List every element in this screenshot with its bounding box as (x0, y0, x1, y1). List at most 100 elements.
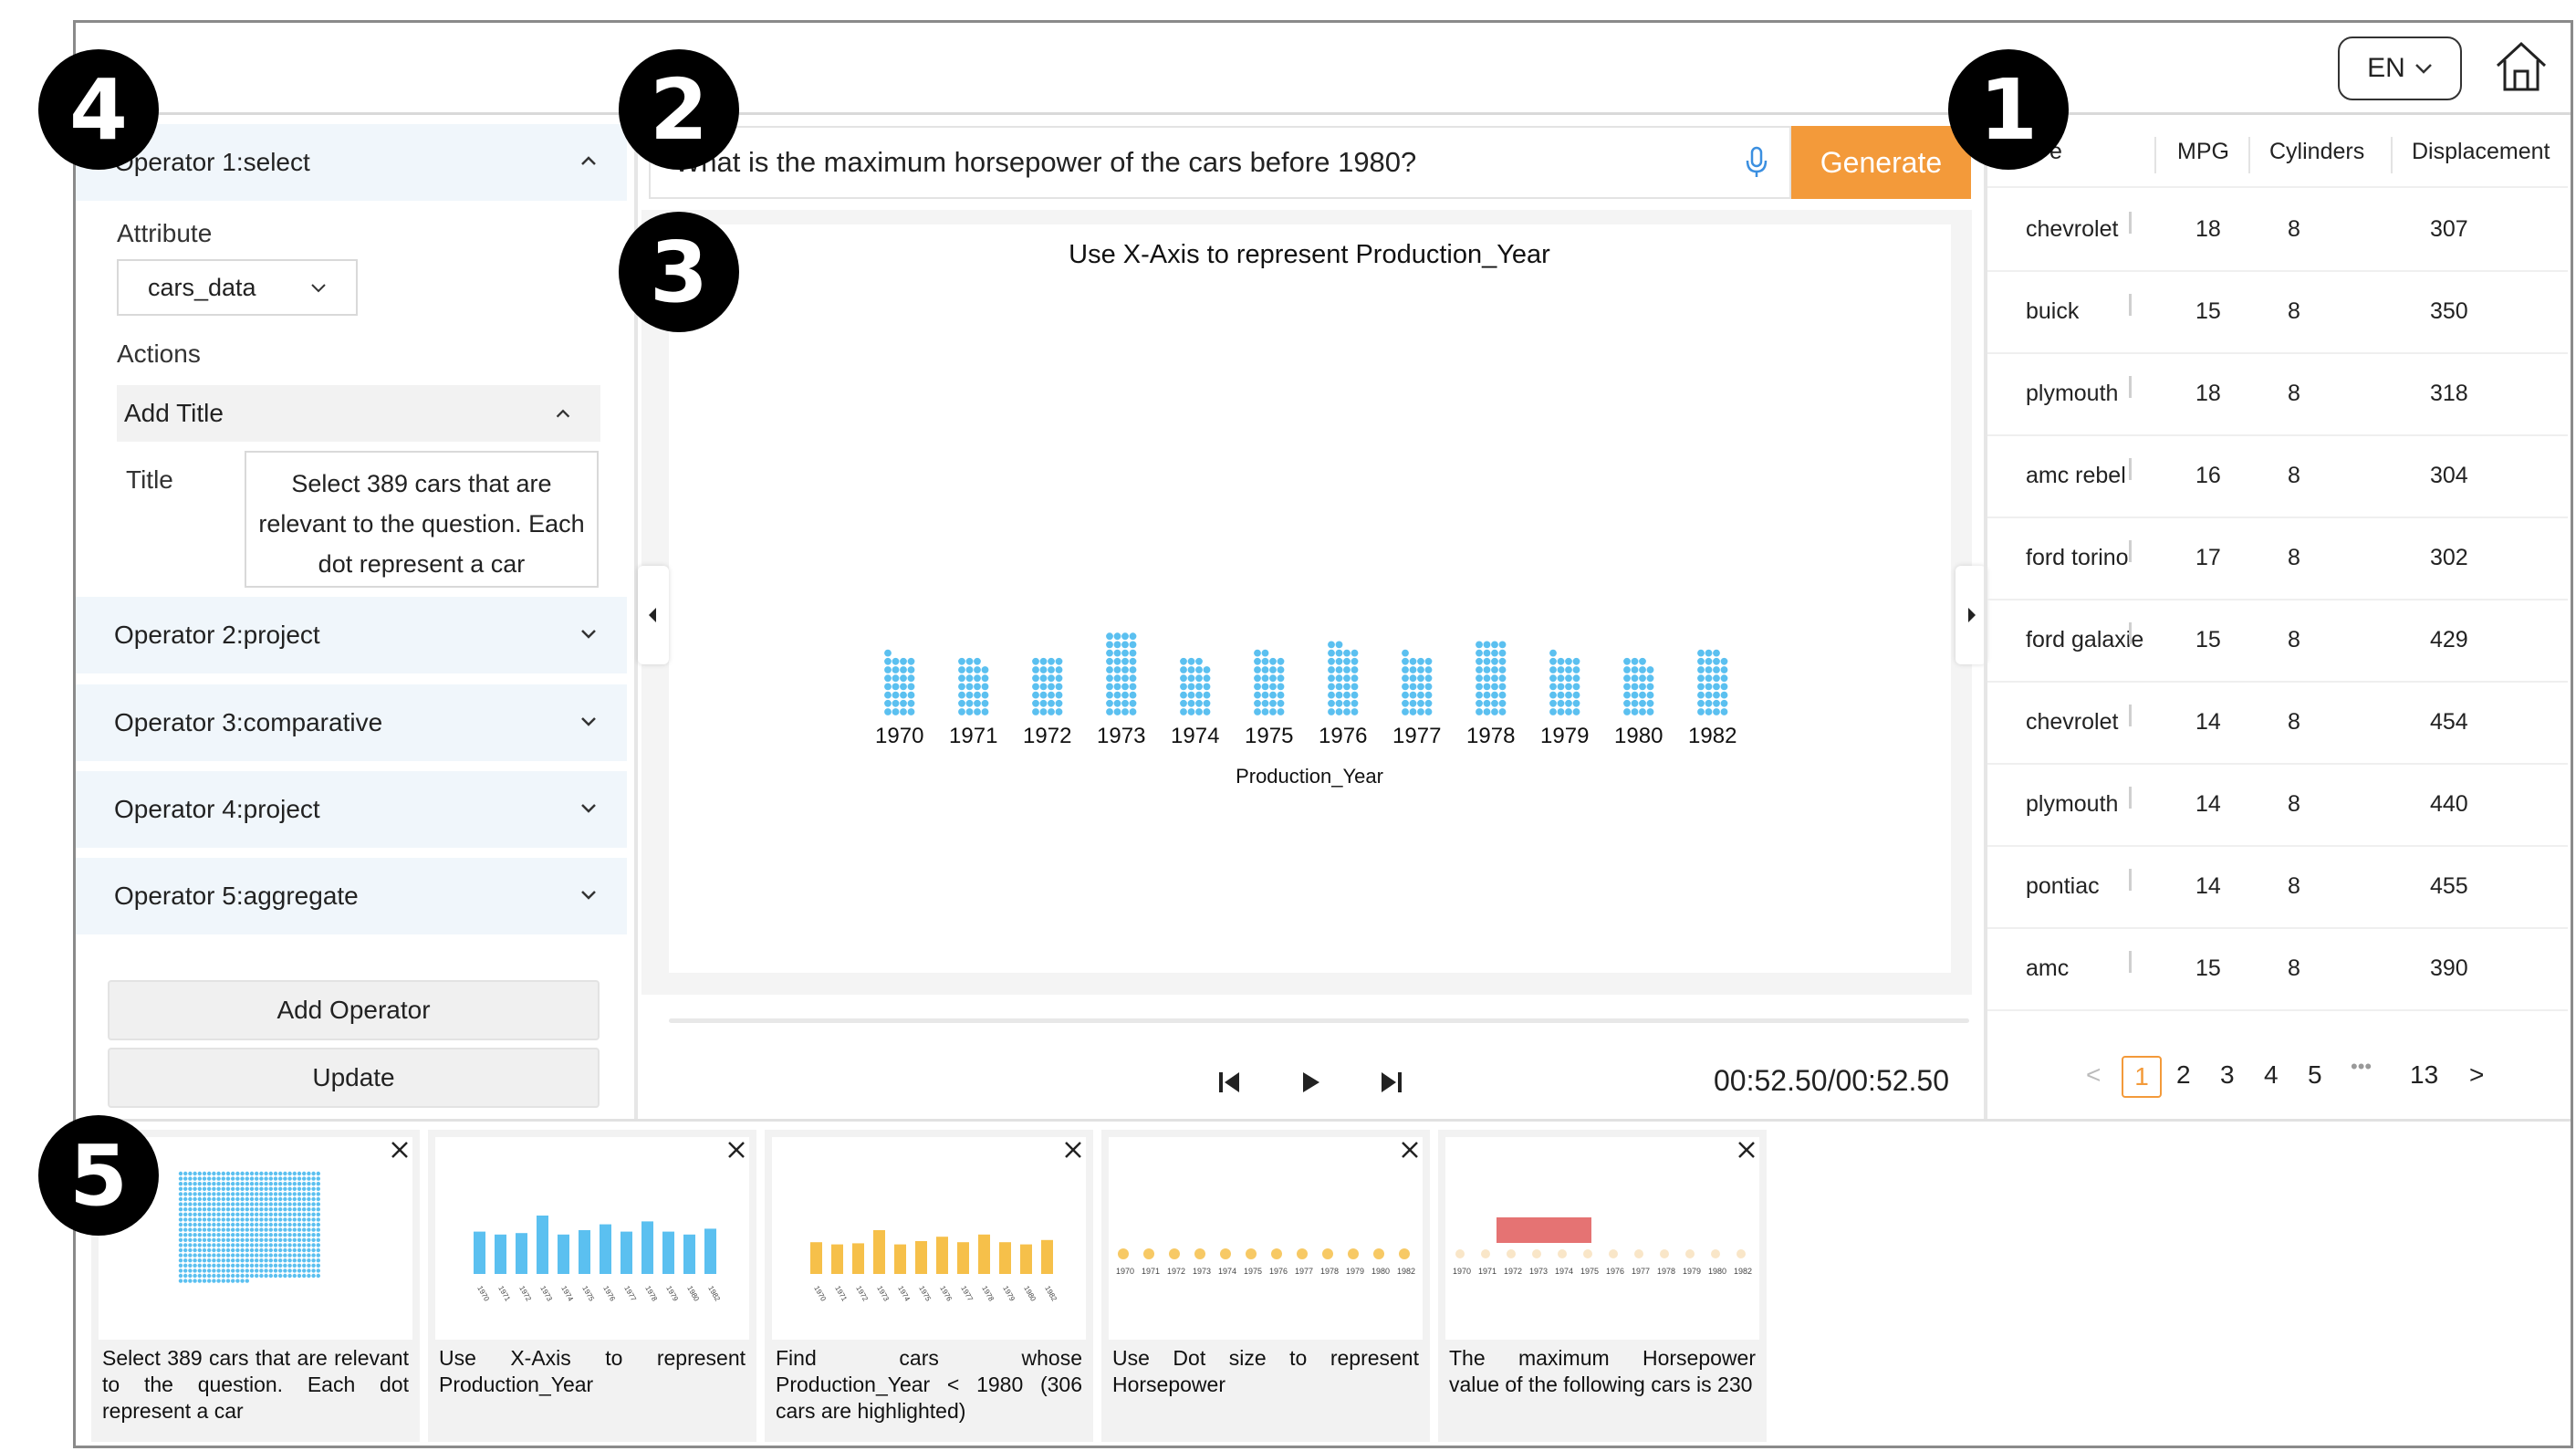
chart-dot (1697, 683, 1705, 691)
thumbnail-dot (197, 1171, 202, 1176)
thumbnail-bar (957, 1242, 969, 1274)
cell-cylinders: 8 (2288, 790, 2300, 817)
add-title-action[interactable]: Add Title (117, 385, 600, 442)
query-input[interactable]: What is the maximum horsepower of the ca… (649, 126, 1791, 199)
column-header-displacement[interactable]: Displacement (2412, 139, 2550, 190)
table-row[interactable]: amc rebel 16 8 304 (1987, 434, 2568, 518)
operator-5-header[interactable]: Operator 5:aggregate (76, 858, 627, 934)
table-row[interactable]: amc 15 8 390 (1987, 927, 2568, 1011)
chart-dot (974, 699, 981, 707)
microphone-icon[interactable] (1743, 146, 1770, 179)
table-row[interactable]: buick 15 8 350 (1987, 270, 2568, 354)
thumbnail-dot (311, 1196, 316, 1202)
thumbnail-dot (283, 1263, 287, 1268)
table-row[interactable]: ford galaxie 15 8 429 (1987, 599, 2568, 683)
storyboard-card[interactable]: 1970 1971 1972 1973 1974 1975 1976 1977 1978 1979… (1101, 1130, 1430, 1442)
thumbnail-dot (245, 1217, 249, 1222)
skip-back-icon[interactable] (1217, 1070, 1241, 1095)
thumbnail-dot (188, 1233, 193, 1237)
storyboard-card[interactable]: 1970 1971 1972 1973 1974 1975 1976 1977 1978 1979… (1438, 1130, 1767, 1442)
thumbnail-dot (273, 1237, 278, 1242)
storyboard-card[interactable]: 1970 1971 1972 1973 1974 1975 1976 1977 1978 1979… (765, 1130, 1093, 1442)
chart-dot (1032, 708, 1039, 715)
thumbnail-dot (231, 1182, 235, 1186)
thumbnail-dot (287, 1186, 292, 1191)
collapse-left-tab[interactable] (638, 566, 669, 664)
operator-4-header[interactable]: Operator 4:project (76, 771, 627, 848)
thumbnail-dot (259, 1233, 264, 1237)
operator-3-header[interactable]: Operator 3:comparative (76, 684, 627, 761)
column-header-mpg[interactable]: MPG (2177, 139, 2229, 190)
cell-displacement: 440 (2430, 790, 2468, 817)
chart-dot (1129, 666, 1137, 673)
skip-forward-icon[interactable] (1380, 1070, 1403, 1095)
thumbnail-dot (302, 1212, 307, 1216)
thumbnail-dot (212, 1258, 216, 1263)
thumbnail-dot (297, 1247, 302, 1253)
cell-cylinders: 8 (2288, 872, 2300, 899)
thumbnail-dot (202, 1243, 207, 1247)
page-2[interactable]: 2 (2176, 1060, 2191, 1090)
thumbnail-tick: 1979 (1346, 1267, 1364, 1276)
chart-dot (1491, 691, 1498, 699)
chart-dot (1557, 708, 1565, 715)
chart-dot (1639, 666, 1646, 673)
prev-page-button[interactable]: < (2086, 1060, 2101, 1090)
close-icon[interactable] (1736, 1139, 1757, 1161)
thumbnail-dot (249, 1263, 255, 1268)
generate-button[interactable]: Generate (1791, 126, 1971, 199)
storyboard-card[interactable]: 1970 1971 1972 1973 1974 1975 1976 1977 1978 1979… (428, 1130, 756, 1442)
page-current[interactable]: 1 (2122, 1056, 2162, 1098)
thumbnail-dot (235, 1233, 240, 1237)
close-icon[interactable] (1062, 1139, 1084, 1161)
table-row[interactable]: plymouth 18 8 318 (1987, 352, 2568, 436)
chart-dot (1483, 666, 1491, 673)
close-icon[interactable] (389, 1139, 411, 1161)
thumbnail-dot (255, 1263, 259, 1268)
chart-dot (1483, 649, 1491, 657)
timeline-progress-bar[interactable] (669, 1018, 1969, 1023)
update-button[interactable]: Update (108, 1048, 600, 1108)
page-4[interactable]: 4 (2264, 1060, 2279, 1090)
thumbnail-dot (202, 1182, 207, 1186)
table-row[interactable]: ford torino 17 8 302 (1987, 517, 2568, 600)
chart-dot (1113, 641, 1121, 649)
attribute-select[interactable]: cars_data (117, 259, 358, 316)
header-sep (2248, 137, 2250, 173)
thumbnail-dot (207, 1253, 212, 1258)
thumbnail-dot (188, 1186, 193, 1191)
play-icon[interactable] (1299, 1070, 1321, 1095)
page-ellipsis[interactable]: ••• (2351, 1055, 2372, 1079)
thumbnail-dot (316, 1263, 320, 1268)
page-5[interactable]: 5 (2308, 1060, 2322, 1090)
column-header-cylinders[interactable]: Cylinders (2269, 139, 2364, 190)
table-row[interactable]: chevrolet 14 8 454 (1987, 681, 2568, 765)
home-button[interactable] (2494, 37, 2549, 97)
close-icon[interactable] (1399, 1139, 1421, 1161)
chart-dot (1254, 683, 1261, 691)
operator-2-header[interactable]: Operator 2:project (76, 597, 627, 673)
thumbnail-tick: 1970 (1453, 1267, 1471, 1276)
chart-dot (1402, 699, 1409, 707)
title-textarea[interactable]: Select 389 cars that are relevant to the… (245, 451, 599, 588)
next-page-button[interactable]: > (2469, 1060, 2484, 1090)
collapse-right-tab[interactable] (1955, 566, 1987, 664)
thumbnail-dot (249, 1196, 255, 1202)
table-row[interactable]: chevrolet 18 8 307 (1987, 188, 2568, 272)
chart-dot (1409, 683, 1417, 691)
operator-1-header[interactable]: Operator 1:select (76, 124, 627, 201)
page-3[interactable]: 3 (2220, 1060, 2235, 1090)
chart-dot (981, 691, 989, 699)
chart-dot (1113, 699, 1121, 707)
thumbnail-dot (221, 1222, 225, 1227)
thumbnail-dot (225, 1202, 231, 1206)
close-icon[interactable] (725, 1139, 747, 1161)
table-row[interactable]: plymouth 14 8 440 (1987, 763, 2568, 847)
page-last[interactable]: 13 (2410, 1060, 2438, 1090)
table-row[interactable]: pontiac 14 8 455 (1987, 845, 2568, 929)
language-selector[interactable]: EN (2338, 37, 2462, 100)
column-resize-tick (2129, 540, 2132, 562)
add-operator-button[interactable]: Add Operator (108, 980, 600, 1040)
chart-dot (1697, 666, 1705, 673)
thumbnail-dot (316, 1273, 320, 1279)
